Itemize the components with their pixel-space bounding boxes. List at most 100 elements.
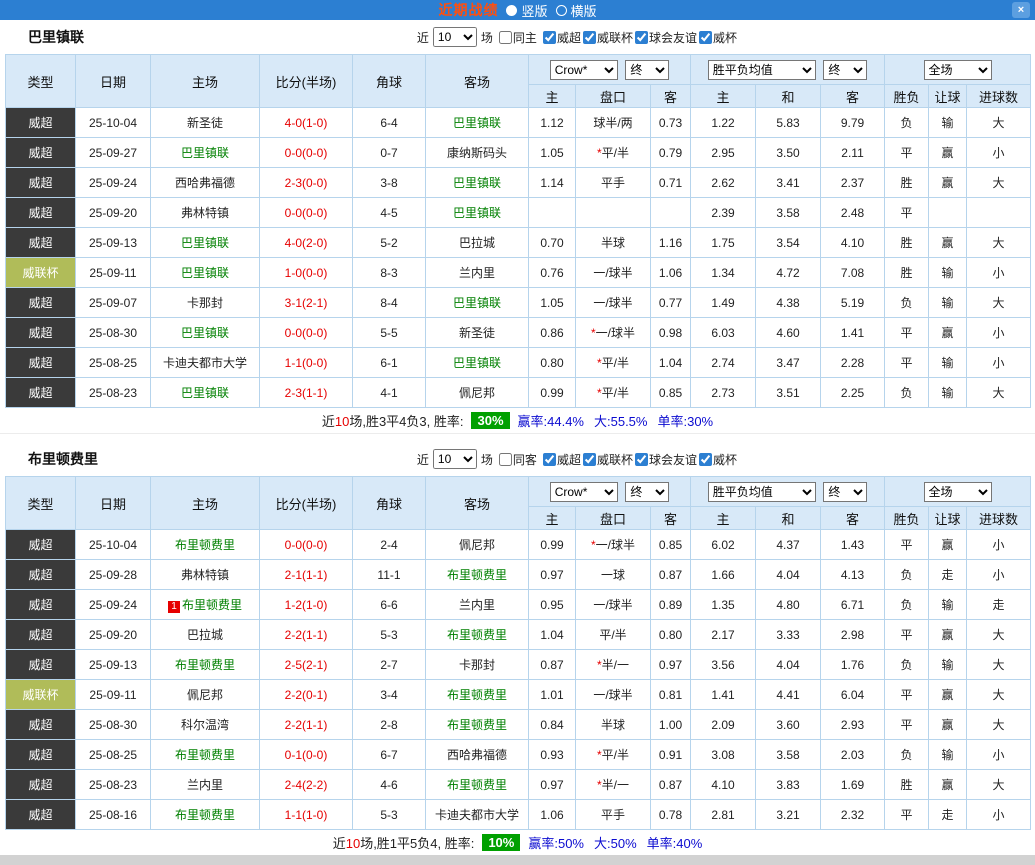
away-team-cell: 佩尼邦 [426,378,529,408]
score-cell: 2-2(1-1) [260,620,353,650]
asian-home-odds-cell: 0.95 [529,590,576,620]
league-checkbox[interactable] [543,31,556,44]
euro-away-odds-cell: 2.25 [821,378,885,408]
same-venue-box[interactable] [499,31,512,44]
league-filter-checkbox[interactable]: 威杯 [697,451,737,468]
competition-cell: 威超 [6,530,76,560]
league-checkbox[interactable] [699,453,712,466]
date-cell: 25-08-23 [76,770,151,800]
handicap-result-cell: 输 [929,258,967,288]
euro-avg-select[interactable]: 胜平负均值 [708,60,816,80]
away-team-cell: 西哈弗福德 [426,740,529,770]
matches-table: 类型 日期 主场 比分(半场) 角球 客场 Crow* 终 胜平负均值 终 [5,476,1031,830]
euro-away-odds-cell: 6.71 [821,590,885,620]
competition-cell: 威超 [6,378,76,408]
asian-home-odds-cell [529,198,576,228]
date-cell: 25-08-16 [76,800,151,830]
date-cell: 25-09-24 [76,168,151,198]
league-checkbox[interactable] [583,31,596,44]
goals-result-cell: 大 [967,168,1031,198]
score-cell: 0-0(0-0) [260,138,353,168]
euro-home-odds-cell: 2.09 [691,710,756,740]
asian-odds-time-select[interactable]: 终 [625,60,669,80]
goals-result-cell: 大 [967,620,1031,650]
date-cell: 25-09-24 [76,590,151,620]
same-venue-label: 同主 [513,29,537,46]
league-filter-checkbox[interactable]: 威杯 [697,29,737,46]
summary-stat: 大:50% [594,833,637,852]
corners-cell: 4-1 [353,378,426,408]
summary-row: 近10场,胜1平5负4, 胜率: 10% 赢率:50%大:50%单率:40% [0,830,1035,856]
result-cell: 平 [885,530,929,560]
handicap-cell [576,198,651,228]
scope-select[interactable]: 全场 [924,482,992,502]
euro-away-odds-cell: 1.76 [821,650,885,680]
asian-home-odds-cell: 0.80 [529,348,576,378]
league-filter-checkbox[interactable]: 球会友谊 [633,451,697,468]
subheader-result: 胜负 [885,507,929,530]
date-cell: 25-09-13 [76,228,151,258]
goals-result-cell [967,198,1031,228]
same-venue-box[interactable] [499,453,512,466]
euro-avg-select[interactable]: 胜平负均值 [708,482,816,502]
score-cell: 2-2(0-1) [260,680,353,710]
euro-away-odds-cell: 2.37 [821,168,885,198]
bookmaker-select[interactable]: Crow* [550,60,618,80]
home-team-cell: 1布里顿费里 [151,590,260,620]
euro-odds-time-select[interactable]: 终 [823,482,867,502]
subheader-asian-away: 客 [651,507,691,530]
home-team-cell: 布里顿费里 [151,650,260,680]
away-team-cell: 巴拉城 [426,228,529,258]
goals-result-cell: 大 [967,650,1031,680]
layout-horizontal-radio[interactable]: 横版 [556,1,597,20]
league-checkbox[interactable] [543,453,556,466]
subheader-euro-home: 主 [691,507,756,530]
league-filter-checkbox[interactable]: 威联杯 [581,451,633,468]
same-venue-checkbox[interactable]: 同主 [497,29,537,46]
league-checkbox[interactable] [583,453,596,466]
same-venue-checkbox[interactable]: 同客 [497,451,537,468]
result-cell: 胜 [885,168,929,198]
asian-odds-time-select[interactable]: 终 [625,482,669,502]
home-team-cell: 布里顿费里 [151,800,260,830]
match-row: 威超25-09-13巴里镇联4-0(2-0)5-2巴拉城0.70半球1.161.… [6,228,1031,258]
home-team-cell: 新圣徒 [151,108,260,138]
league-filter-checkbox[interactable]: 威超 [541,29,581,46]
euro-away-odds-cell: 2.28 [821,348,885,378]
league-checkbox[interactable] [635,453,648,466]
layout-vertical-radio[interactable]: 竖版 [506,1,547,20]
handicap-cell: *一/球半 [576,318,651,348]
league-filter-checkbox[interactable]: 球会友谊 [633,29,697,46]
goals-result-cell: 小 [967,348,1031,378]
euro-odds-time-select[interactable]: 终 [823,60,867,80]
competition-cell: 威联杯 [6,258,76,288]
handicap-result-cell: 赢 [929,168,967,198]
league-filter-checkbox[interactable]: 威超 [541,451,581,468]
league-checkbox[interactable] [635,31,648,44]
asian-away-odds-cell: 0.87 [651,770,691,800]
subheader-goals-result: 进球数 [967,85,1031,108]
away-team-cell: 巴里镇联 [426,348,529,378]
match-count-select[interactable]: 10 [433,27,477,47]
result-cell: 平 [885,348,929,378]
home-team-cell: 弗林特镇 [151,198,260,228]
euro-draw-odds-cell: 3.83 [756,770,821,800]
summary-stat: 赢率:44.4% [518,411,584,430]
result-cell: 负 [885,590,929,620]
result-cell: 平 [885,318,929,348]
close-button[interactable]: × [1012,2,1030,18]
corners-cell: 6-6 [353,590,426,620]
home-team-cell: 佩尼邦 [151,680,260,710]
result-cell: 负 [885,740,929,770]
league-checkbox[interactable] [699,31,712,44]
result-cell: 胜 [885,258,929,288]
home-team-cell: 巴里镇联 [151,138,260,168]
goals-result-cell: 小 [967,560,1031,590]
match-count-select[interactable]: 10 [433,449,477,469]
goals-result-cell: 大 [967,288,1031,318]
horizontal-scrollbar[interactable] [0,855,1035,865]
league-filter-checkbox[interactable]: 威联杯 [581,29,633,46]
competition-cell: 威超 [6,228,76,258]
bookmaker-select[interactable]: Crow* [550,482,618,502]
scope-select[interactable]: 全场 [924,60,992,80]
